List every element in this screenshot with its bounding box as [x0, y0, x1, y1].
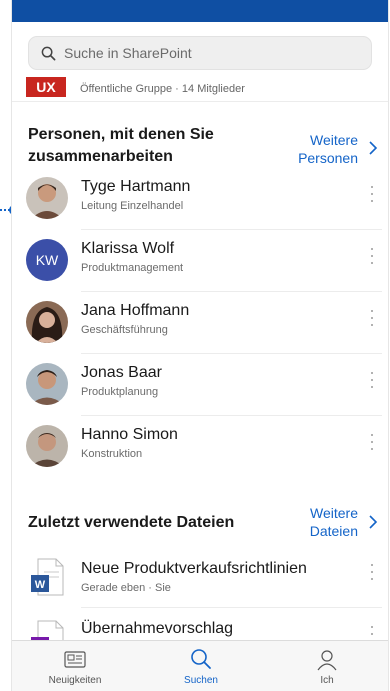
person-item[interactable]: Hanno Simon Konstruktion [12, 416, 388, 478]
more-options-icon[interactable] [370, 434, 374, 456]
tab-label: Neuigkeiten [48, 675, 102, 686]
person-role: Geschäftsführung [81, 324, 168, 336]
file-name: Neue Produktverkaufsrichtlinien [81, 560, 307, 577]
person-item[interactable]: Jana Hoffmann Geschäftsführung [12, 292, 388, 354]
people-title-line2: zusammenarbeiten [28, 148, 173, 165]
more-people-link[interactable]: Weitere Personen [278, 131, 358, 167]
more-options-icon[interactable] [370, 186, 374, 208]
more-files-line1: Weitere [310, 505, 358, 521]
more-files-line2: Dateien [309, 523, 358, 539]
tab-search[interactable]: Suchen [138, 641, 264, 691]
search-icon [41, 46, 56, 60]
tab-news[interactable]: Neuigkeiten [12, 641, 138, 691]
search-input[interactable]: Suche in SharePoint [28, 36, 372, 70]
tab-me[interactable]: Ich [264, 641, 388, 691]
person-item[interactable]: KW Klarissa Wolf Produktmanagement [12, 230, 388, 292]
person-item[interactable]: Jonas Baar Produktplanung [12, 354, 388, 416]
app-window: Suche in SharePoint UX Öffentliche Grupp… [11, 0, 389, 691]
avatar [26, 425, 68, 467]
person-icon [317, 650, 337, 671]
person-role: Produktmanagement [81, 262, 184, 274]
tab-label: Suchen [184, 675, 218, 686]
news-icon [64, 651, 86, 668]
avatar [26, 301, 68, 343]
more-options-icon[interactable] [370, 564, 374, 586]
person-name: Hanno Simon [81, 426, 178, 443]
more-files-link[interactable]: Weitere Dateien [278, 504, 358, 540]
file-item[interactable]: W Neue Produktverkaufsrichtlinien Gerade… [12, 546, 388, 608]
person-name: Tyge Hartmann [81, 178, 191, 195]
file-name: Übernahmevorschlag [81, 620, 234, 637]
people-section-title: Personen, mit denen Sie zusammenarbeiten [28, 124, 214, 168]
word-icon: W [31, 558, 64, 596]
more-people-line1: Weitere [310, 132, 358, 148]
group-logo: UX [26, 77, 66, 97]
search-icon [191, 649, 211, 669]
screen-background: Suche in SharePoint UX Öffentliche Grupp… [0, 0, 390, 691]
more-options-icon[interactable] [370, 372, 374, 394]
person-name: Jana Hoffmann [81, 302, 190, 319]
status-bar [12, 0, 388, 22]
person-role: Konstruktion [81, 448, 143, 460]
search-placeholder: Suche in SharePoint [64, 45, 192, 61]
person-role: Leitung Einzelhandel [81, 200, 184, 212]
person-name: Jonas Baar [81, 364, 162, 381]
svg-text:W: W [35, 579, 46, 591]
avatar-initials: KW [35, 252, 59, 268]
files-section-title: Zuletzt verwendete Dateien [28, 514, 235, 531]
chevron-right-icon[interactable] [368, 515, 378, 529]
avatar [26, 363, 68, 405]
group-subtitle: Öffentliche Gruppe · 14 Mitglieder [80, 83, 245, 95]
file-meta: Gerade eben · Sie [81, 582, 171, 594]
person-item[interactable]: Tyge Hartmann Leitung Einzelhandel [12, 168, 388, 230]
tab-label: Ich [320, 675, 334, 686]
more-people-line2: Personen [298, 150, 358, 166]
avatar: KW [26, 239, 68, 281]
person-role: Produktplanung [81, 386, 159, 398]
avatar [26, 177, 68, 219]
more-options-icon[interactable] [370, 310, 374, 332]
more-options-icon[interactable] [370, 248, 374, 270]
bottom-tab-bar: Neuigkeiten Suchen Ich [12, 640, 388, 691]
people-title-line1: Personen, mit denen Sie [28, 126, 214, 143]
person-name: Klarissa Wolf [81, 240, 175, 257]
chevron-right-icon[interactable] [368, 141, 378, 155]
